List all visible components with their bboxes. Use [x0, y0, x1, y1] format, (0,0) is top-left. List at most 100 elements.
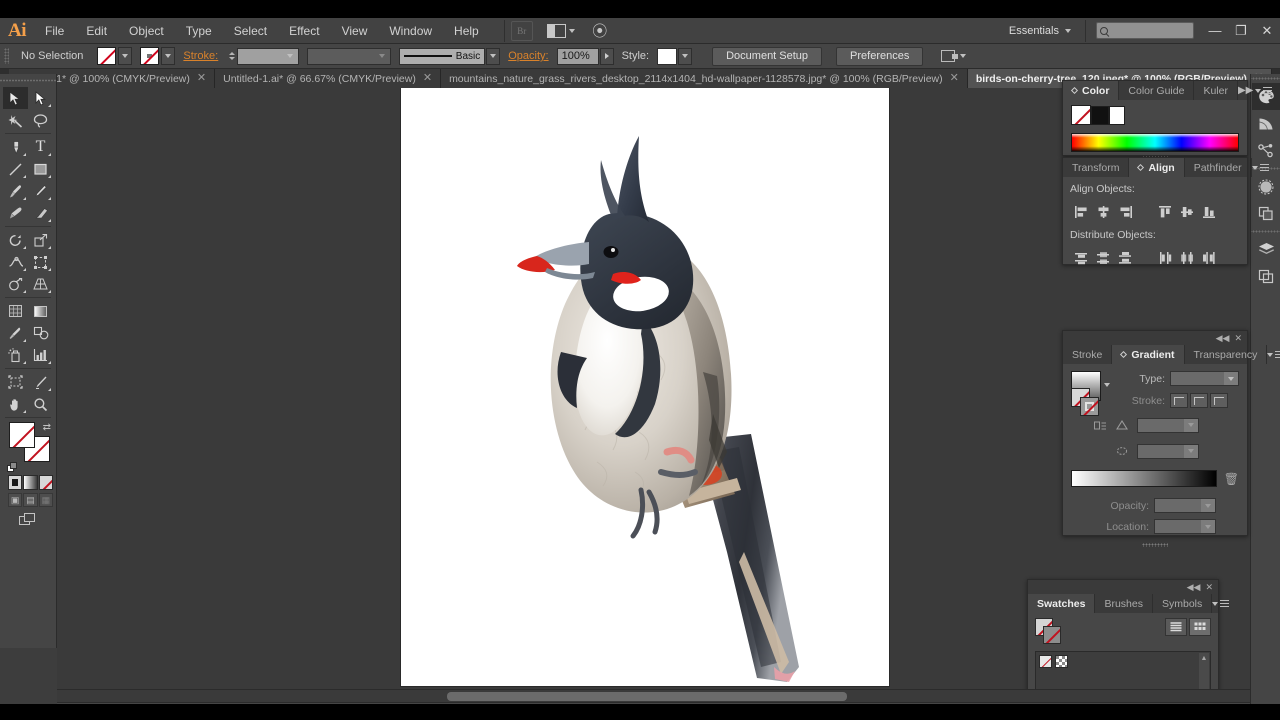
gradient-stroke-proxy[interactable] — [1080, 397, 1099, 416]
tab-symbols[interactable]: Symbols — [1153, 594, 1213, 613]
fill-swatch-dropdown[interactable] — [118, 47, 133, 65]
panel-menu-icon[interactable] — [1263, 87, 1273, 94]
none-button[interactable] — [38, 475, 53, 490]
menu-object[interactable]: Object — [118, 19, 175, 43]
close-icon[interactable]: ✕ — [423, 73, 432, 84]
horizontal-align-right-icon[interactable] — [1114, 202, 1136, 221]
graphic-style-swatch[interactable] — [657, 47, 678, 65]
align-panel-menu[interactable] — [1251, 158, 1274, 177]
resize-grip[interactable] — [1142, 543, 1168, 547]
gradient-button[interactable] — [23, 475, 38, 490]
vertical-align-bottom-icon[interactable] — [1198, 202, 1220, 221]
bird-artwork[interactable] — [489, 122, 839, 682]
swatches-fill-stroke-proxy[interactable] — [1035, 618, 1062, 645]
stroke-weight-combo[interactable] — [237, 47, 300, 65]
list-view-button[interactable] — [1165, 618, 1187, 636]
control-bar-grip[interactable] — [4, 48, 9, 64]
column-graph-tool[interactable] — [28, 344, 53, 366]
vertical-distribute-center-icon[interactable] — [1092, 248, 1114, 267]
horizontal-scrollbar[interactable] — [57, 689, 1250, 702]
graphic-style-dropdown[interactable] — [678, 47, 693, 65]
stroke-profile-combo[interactable] — [307, 47, 392, 65]
width-tool[interactable] — [3, 251, 28, 273]
zoom-tool[interactable] — [28, 393, 53, 415]
menu-type[interactable]: Type — [175, 19, 223, 43]
black-swatch[interactable] — [1091, 105, 1109, 125]
symbol-sprayer-tool[interactable] — [3, 344, 28, 366]
menu-view[interactable]: View — [331, 19, 379, 43]
tab-align[interactable]: Align — [1129, 158, 1185, 177]
menu-edit[interactable]: Edit — [75, 19, 118, 43]
free-transform-tool[interactable] — [28, 251, 53, 273]
stroke-weight-stepper[interactable] — [226, 47, 237, 65]
opacity-flyout-button[interactable] — [599, 47, 614, 65]
tab-color-guide[interactable]: Color Guide — [1119, 81, 1195, 100]
gradient-angle-combo[interactable] — [1137, 417, 1199, 433]
chevron-down-icon[interactable] — [1104, 383, 1110, 387]
type-tool[interactable]: T — [28, 136, 53, 158]
stroke-color-swatch[interactable] — [140, 47, 160, 65]
scroll-up-icon[interactable]: ▲ — [1201, 655, 1208, 662]
draw-normal-button[interactable]: ▣ — [8, 493, 23, 507]
align-to-selection-icon[interactable] — [941, 50, 959, 62]
pathfinder-icon[interactable] — [1252, 200, 1280, 227]
color-panel-menu[interactable]: ▶▶ — [1238, 81, 1277, 100]
vertical-distribute-bottom-icon[interactable] — [1114, 248, 1136, 267]
pen-tool[interactable] — [3, 136, 28, 158]
collapse-icon[interactable]: ◀◀ — [1187, 582, 1201, 593]
tab-color[interactable]: Color — [1063, 81, 1120, 100]
menu-file[interactable]: File — [34, 19, 75, 43]
eyedropper-tool[interactable] — [3, 322, 28, 344]
scale-tool[interactable] — [28, 229, 53, 251]
swatch-none[interactable] — [1039, 655, 1052, 668]
mesh-tool[interactable] — [3, 300, 28, 322]
transparency-icon[interactable] — [1252, 173, 1280, 200]
minimize-button[interactable]: — — [1202, 20, 1228, 42]
gradient-tool[interactable] — [28, 300, 53, 322]
document-setup-button[interactable]: Document Setup — [712, 46, 823, 66]
vertical-distribute-top-icon[interactable] — [1070, 248, 1092, 267]
fill-none-swatch[interactable] — [1071, 105, 1091, 125]
collapse-icon[interactable]: ◀◀ — [1216, 333, 1230, 344]
swap-fill-stroke-icon[interactable]: ⇄ — [43, 422, 51, 433]
creative-cloud-icon[interactable]: ⦿ — [587, 21, 613, 41]
menu-window[interactable]: Window — [378, 19, 443, 43]
tab-transform[interactable]: Transform — [1063, 158, 1130, 177]
horizontal-scroll-thumb[interactable] — [447, 692, 847, 701]
swatch-registration[interactable] — [1055, 655, 1069, 668]
collapse-icon[interactable]: ▶▶ — [1238, 85, 1253, 96]
panel-menu-icon[interactable] — [1275, 351, 1280, 358]
horizontal-distribute-center-icon[interactable] — [1176, 248, 1198, 267]
opacity-input[interactable]: 100% — [556, 47, 599, 65]
opacity-label[interactable]: Opacity: — [500, 50, 556, 62]
menu-help[interactable]: Help — [443, 19, 490, 43]
direct-selection-tool[interactable] — [28, 87, 53, 109]
color-spectrum-ramp[interactable] — [1071, 133, 1239, 152]
paintbrush-tool[interactable] — [3, 180, 28, 202]
close-icon[interactable]: ✕ — [197, 73, 206, 84]
rectangle-tool[interactable] — [28, 158, 53, 180]
tab-swatches[interactable]: Swatches — [1028, 594, 1096, 613]
panel-menu-icon[interactable] — [1220, 600, 1230, 607]
preferences-button[interactable]: Preferences — [836, 46, 924, 66]
brush-definition-dropdown[interactable] — [486, 47, 501, 65]
close-icon[interactable]: ✕ — [1234, 333, 1242, 344]
grid-view-button[interactable] — [1189, 618, 1211, 636]
arrange-documents-button[interactable] — [543, 22, 579, 40]
blend-tool[interactable] — [28, 322, 53, 344]
close-icon[interactable]: ✕ — [950, 73, 959, 84]
gradient-within-stroke-icon[interactable] — [1170, 393, 1188, 408]
magic-wand-tool[interactable] — [3, 109, 28, 131]
fill-color-swatch[interactable] — [97, 47, 117, 65]
color-guide-icon[interactable] — [1252, 110, 1280, 137]
blob-brush-tool[interactable] — [3, 202, 28, 224]
slice-tool[interactable] — [28, 371, 53, 393]
pencil-tool[interactable] — [28, 180, 53, 202]
vertical-align-center-icon[interactable] — [1176, 202, 1198, 221]
fill-swatch[interactable] — [9, 422, 35, 448]
draw-inside-button[interactable]: ▦ — [38, 493, 53, 507]
dock-grip[interactable] — [1251, 227, 1280, 236]
draw-behind-button[interactable]: ▤ — [23, 493, 38, 507]
workspace-switcher[interactable]: Essentials — [1001, 22, 1079, 40]
artboard[interactable] — [401, 88, 889, 686]
